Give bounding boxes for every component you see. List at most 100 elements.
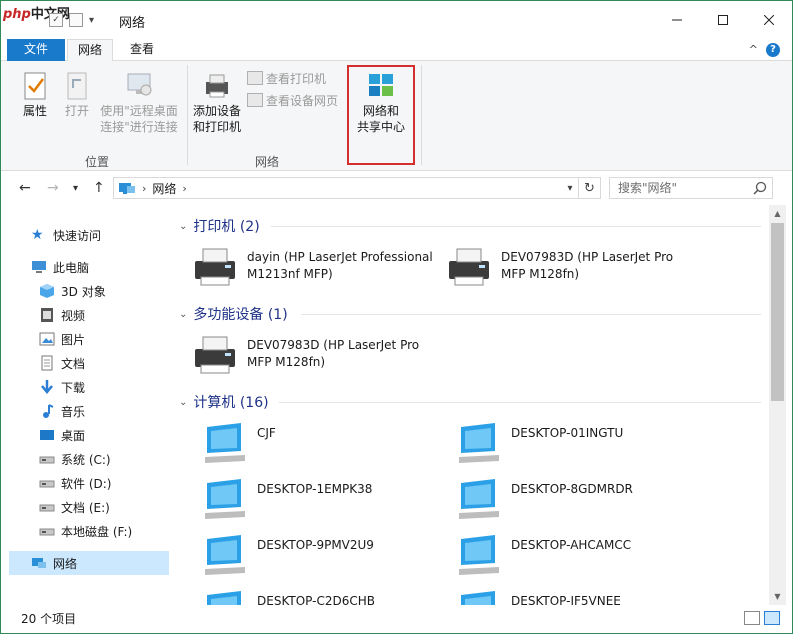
back-button[interactable]: ←	[19, 180, 31, 196]
group-label-location: 位置	[85, 155, 110, 169]
cube-icon	[39, 283, 55, 299]
group-header-computers[interactable]: ⌄ 计算机 (16)	[179, 391, 269, 413]
picture-icon	[39, 331, 55, 347]
group-header-printers[interactable]: ⌄ 打印机 (2)	[179, 215, 260, 237]
item-label: DESKTOP-C2D6CHB	[257, 594, 375, 605]
sidebar-item-9[interactable]: 文档 (E:)	[39, 495, 169, 519]
computer-item[interactable]: CJF	[201, 419, 451, 469]
breadcrumb-network[interactable]: 网络	[152, 180, 176, 197]
item-label: DESKTOP-1EMPK38	[257, 482, 373, 496]
close-button[interactable]	[746, 1, 792, 39]
view-webpage-label: 查看设备网页	[266, 93, 339, 108]
properties-icon	[19, 69, 51, 101]
navigation-bar: ← → ▾ ↑ › 网络 › ▾ ↻ 搜索"网络"	[1, 171, 792, 205]
sidebar-item-0[interactable]: 3D 对象	[39, 279, 169, 303]
help-icon[interactable]: ?	[766, 43, 780, 57]
document-icon	[39, 355, 55, 371]
computer-icon	[455, 477, 503, 521]
tab-view[interactable]: 查看	[119, 39, 165, 61]
details-view-icon[interactable]	[744, 611, 760, 625]
open-icon	[61, 69, 93, 101]
remote-desktop-label-1: 使用"远程桌面	[100, 104, 178, 118]
music-icon	[39, 403, 55, 419]
ribbon-tabs: 文件 网络 查看 ^ ?	[1, 39, 792, 62]
collapse-ribbon-icon[interactable]: ^	[749, 43, 758, 56]
computer-icon	[455, 589, 503, 605]
sidebar-item-label: 系统 (C:)	[61, 452, 111, 467]
minimize-button[interactable]	[654, 1, 700, 39]
file-list: ⌄ 打印机 (2) ⌄ 多功能设备 (1) ⌄ 计算机 (16) dayin (…	[171, 205, 769, 605]
scroll-down-icon[interactable]: ▼	[769, 588, 786, 605]
scroll-thumb[interactable]	[771, 223, 784, 401]
title-bar: php中文网 ✓ ▾ 网络	[1, 1, 792, 39]
sidebar-item-3[interactable]: 文档	[39, 351, 169, 375]
printer-item[interactable]: DEV07983D (HP LaserJet Pro MFP M128fn)	[445, 243, 695, 293]
sidebar-item-label: 图片	[61, 332, 86, 347]
tab-file[interactable]: 文件	[7, 39, 65, 61]
quick-access-toolbar: ✓ ▾	[49, 13, 94, 27]
sidebar-item-label: 文档 (E:)	[61, 500, 110, 515]
sidebar-item-6[interactable]: 桌面	[39, 423, 169, 447]
sidebar-item-1[interactable]: 视频	[39, 303, 169, 327]
up-button[interactable]: ↑	[93, 180, 105, 196]
printer-small-icon	[247, 71, 263, 85]
navigation-pane: ★ 快速访问 此电脑 3D 对象 视频图片文档 下载音乐桌面系统 (C:) 软件 (D…	[1, 205, 171, 605]
open-button[interactable]: 打开	[57, 69, 97, 119]
sidebar-item-4[interactable]: 下载	[39, 375, 169, 399]
add-devices-button[interactable]: 添加设备 和打印机	[191, 69, 243, 135]
refresh-button[interactable]: ↻	[579, 177, 601, 199]
computer-item[interactable]: DESKTOP-9PMV2U9	[201, 531, 451, 581]
computer-item[interactable]: DESKTOP-IF5VNEE	[455, 587, 705, 605]
new-folder-qat-icon[interactable]	[69, 13, 83, 27]
computer-icon	[201, 477, 249, 521]
sidebar-item-10[interactable]: 本地磁盘 (F:)	[39, 519, 169, 543]
sidebar-item-2[interactable]: 图片	[39, 327, 169, 351]
printer-icon	[191, 245, 239, 289]
sidebar-item-network[interactable]: 网络	[9, 551, 169, 575]
view-printers-button[interactable]: 查看打印机	[247, 69, 326, 87]
sidebar-item-quick-access[interactable]: ★ 快速访问	[31, 223, 169, 247]
printer-icon	[445, 245, 493, 289]
sidebar-item-this-pc[interactable]: 此电脑	[31, 255, 169, 279]
sidebar-item-7[interactable]: 系统 (C:)	[39, 447, 169, 471]
tab-network[interactable]: 网络	[67, 39, 113, 62]
computer-item[interactable]: DESKTOP-01INGTU	[455, 419, 705, 469]
qat-dropdown-icon[interactable]: ▾	[89, 15, 94, 26]
item-label: DEV07983D (HP LaserJet Pro MFP M128fn)	[501, 250, 674, 281]
properties-label: 属性	[22, 104, 47, 118]
view-webpage-button[interactable]: 查看设备网页	[247, 91, 338, 109]
computer-item[interactable]: DESKTOP-C2D6CHB	[201, 587, 451, 605]
forward-button[interactable]: →	[47, 180, 59, 196]
scroll-up-icon[interactable]: ▲	[769, 205, 786, 222]
recent-dropdown-icon[interactable]: ▾	[73, 183, 78, 194]
vertical-scrollbar[interactable]: ▲ ▼	[769, 205, 786, 605]
mfp-item[interactable]: DEV07983D (HP LaserJet Pro MFP M128fn)	[191, 331, 441, 381]
address-dropdown-icon[interactable]: ▾	[561, 177, 579, 199]
printer-item[interactable]: dayin (HP LaserJet Professional M1213nf M…	[191, 243, 441, 293]
address-bar[interactable]: › 网络 ›	[113, 177, 579, 199]
maximize-button[interactable]	[700, 1, 746, 39]
properties-qat-icon[interactable]: ✓	[49, 13, 63, 27]
computer-item[interactable]: DESKTOP-1EMPK38	[201, 475, 451, 525]
properties-button[interactable]: 属性	[15, 69, 55, 119]
item-label: DESKTOP-AHCAMCC	[511, 538, 632, 552]
sidebar-item-5[interactable]: 音乐	[39, 399, 169, 423]
group-divider	[301, 314, 761, 315]
collapse-caret-icon: ⌄	[179, 308, 188, 320]
large-icons-view-icon[interactable]	[764, 611, 780, 625]
computer-item[interactable]: DESKTOP-8GDMRDR	[455, 475, 705, 525]
search-icon[interactable]	[753, 181, 767, 195]
group-header-mfp[interactable]: ⌄ 多功能设备 (1)	[179, 303, 288, 325]
remote-desktop-button[interactable]: 使用"远程桌面 连接"进行连接	[97, 69, 181, 135]
collapse-caret-icon: ⌄	[179, 220, 188, 232]
sidebar-item-8[interactable]: 软件 (D:)	[39, 471, 169, 495]
breadcrumb-chevron-icon[interactable]: ›	[182, 182, 186, 195]
drive-icon	[39, 523, 55, 539]
sidebar-item-label: 桌面	[61, 428, 86, 443]
computer-item[interactable]: DESKTOP-AHCAMCC	[455, 531, 705, 581]
group-divider	[279, 402, 761, 403]
sidebar-item-label: 音乐	[61, 404, 86, 419]
collapse-caret-icon: ⌄	[179, 396, 188, 408]
search-input[interactable]: 搜索"网络"	[609, 177, 773, 199]
printer-icon	[191, 333, 239, 377]
